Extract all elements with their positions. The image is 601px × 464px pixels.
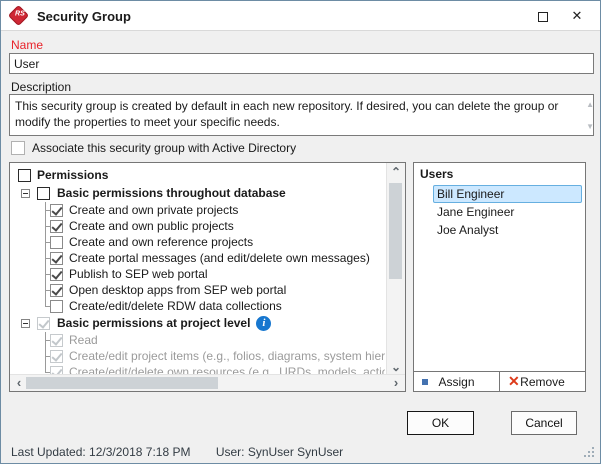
permission-item-label: Publish to SEP web portal xyxy=(69,267,208,281)
users-header: Users xyxy=(414,163,585,183)
remove-label: Remove xyxy=(520,375,565,389)
permissions-horizontal-scrollbar[interactable]: ‹ › xyxy=(10,374,405,391)
remove-x-icon: ✕ xyxy=(508,373,520,390)
users-list: Bill EngineerJane EngineerJoe Analyst xyxy=(414,183,585,371)
checkbox[interactable] xyxy=(37,187,50,200)
maximize-icon xyxy=(538,12,548,22)
status-user-text: User: SynUser SynUser xyxy=(216,445,343,459)
permission-item-row[interactable]: Publish to SEP web portal xyxy=(10,266,385,282)
permission-item-label: Create/edit/delete RDW data collections xyxy=(69,299,282,313)
active-directory-checkbox[interactable] xyxy=(11,141,25,155)
scroll-right-icon[interactable]: › xyxy=(389,375,403,391)
description-label: Description xyxy=(11,80,71,94)
scroll-left-icon[interactable]: ‹ xyxy=(12,375,26,391)
permission-item-row[interactable]: Create portal messages (and edit/delete … xyxy=(10,250,385,266)
checkbox[interactable] xyxy=(37,317,50,330)
permission-item-label: Create and own public projects xyxy=(69,219,234,233)
status-bar: Last Updated: 12/3/2018 7:18 PM User: Sy… xyxy=(11,445,365,459)
permissions-panel: Permissions Basic permissions throughout … xyxy=(9,162,406,392)
scroll-up-icon[interactable]: ⌃ xyxy=(387,165,405,179)
permissions-vertical-scrollbar[interactable]: ⌃ ⌄ xyxy=(386,163,405,374)
tree-connector xyxy=(45,298,46,306)
vertical-scroll-thumb[interactable] xyxy=(389,183,402,279)
collapse-icon[interactable] xyxy=(21,319,30,328)
permission-item-row[interactable]: Create/edit project items (e.g., folios,… xyxy=(10,348,385,364)
permission-group-row[interactable]: Basic permissions throughout database xyxy=(10,184,385,202)
users-panel: Users Bill EngineerJane EngineerJoe Anal… xyxy=(413,162,586,392)
collapse-icon[interactable] xyxy=(21,189,30,198)
description-input[interactable]: This security group is created by defaul… xyxy=(9,94,594,136)
horizontal-scroll-thumb[interactable] xyxy=(26,377,218,389)
active-directory-row[interactable]: Associate this security group with Activ… xyxy=(11,141,296,155)
checkbox[interactable] xyxy=(50,350,63,363)
permission-item-label: Create and own private projects xyxy=(69,203,238,217)
security-group-dialog: RS Security Group ✕ Name Description Thi… xyxy=(0,0,601,464)
permission-item-label: Create portal messages (and edit/delete … xyxy=(69,251,370,265)
permission-group-label: Basic permissions at project level xyxy=(57,316,250,330)
checkbox[interactable] xyxy=(18,169,31,182)
permissions-tree: Permissions Basic permissions throughout … xyxy=(10,163,385,374)
permission-item-label: Read xyxy=(69,333,98,347)
name-input[interactable] xyxy=(9,53,594,74)
checkbox[interactable] xyxy=(50,366,63,375)
last-updated-text: Last Updated: 12/3/2018 7:18 PM xyxy=(11,445,190,459)
assign-button[interactable]: Assign xyxy=(414,372,499,391)
checkbox[interactable] xyxy=(50,284,63,297)
permission-item-row[interactable]: Read xyxy=(10,332,385,348)
dialog-title: Security Group xyxy=(37,9,131,24)
permission-item-row[interactable]: Create and own reference projects xyxy=(10,234,385,250)
user-list-item[interactable]: Jane Engineer xyxy=(433,203,582,221)
checkbox[interactable] xyxy=(50,300,63,313)
name-label: Name xyxy=(11,38,43,52)
checkbox[interactable] xyxy=(50,252,63,265)
assign-icon xyxy=(422,379,428,385)
permission-item-label: Open desktop apps from SEP web portal xyxy=(69,283,286,297)
resize-grip[interactable] xyxy=(583,446,594,457)
permission-item-label: Create and own reference projects xyxy=(69,235,253,249)
tree-connector xyxy=(45,364,46,372)
users-button-row: Assign ✕ Remove xyxy=(414,371,585,391)
titlebar: RS Security Group ✕ xyxy=(1,1,600,31)
checkbox[interactable] xyxy=(50,268,63,281)
permission-item-row[interactable]: Create and own private projects xyxy=(10,202,385,218)
permission-item-label: Create/edit/delete own resources (e.g., … xyxy=(69,365,385,374)
info-icon[interactable]: i xyxy=(256,316,271,331)
ok-button[interactable]: OK xyxy=(407,411,474,435)
description-scroll-down-icon[interactable]: ▼ xyxy=(586,122,594,131)
permission-item-row[interactable]: Create/edit/delete RDW data collections xyxy=(10,298,385,314)
permission-item-row[interactable]: Create/edit/delete own resources (e.g., … xyxy=(10,364,385,374)
permissions-header-label: Permissions xyxy=(37,168,108,182)
permission-group-label: Basic permissions throughout database xyxy=(57,186,286,200)
active-directory-label: Associate this security group with Activ… xyxy=(32,141,296,155)
permission-item-label: Create/edit project items (e.g., folios,… xyxy=(69,349,385,363)
cancel-button[interactable]: Cancel xyxy=(511,411,577,435)
checkbox[interactable] xyxy=(50,334,63,347)
remove-button[interactable]: ✕ Remove xyxy=(500,372,585,391)
permission-item-row[interactable]: Create and own public projects xyxy=(10,218,385,234)
permissions-header-row[interactable]: Permissions xyxy=(10,166,385,184)
scroll-down-icon[interactable]: ⌄ xyxy=(387,360,405,374)
assign-label: Assign xyxy=(438,375,474,389)
checkbox[interactable] xyxy=(50,220,63,233)
app-logo-icon: RS xyxy=(8,5,29,26)
permission-group-row[interactable]: Basic permissions at project level i xyxy=(10,314,385,332)
permission-item-row[interactable]: Open desktop apps from SEP web portal xyxy=(10,282,385,298)
description-scroll-up-icon[interactable]: ▲ xyxy=(586,100,594,109)
maximize-button[interactable] xyxy=(526,1,560,31)
user-list-item[interactable]: Bill Engineer xyxy=(433,185,582,203)
close-button[interactable]: ✕ xyxy=(560,1,594,31)
checkbox[interactable] xyxy=(50,236,63,249)
user-list-item[interactable]: Joe Analyst xyxy=(433,221,582,239)
checkbox[interactable] xyxy=(50,204,63,217)
